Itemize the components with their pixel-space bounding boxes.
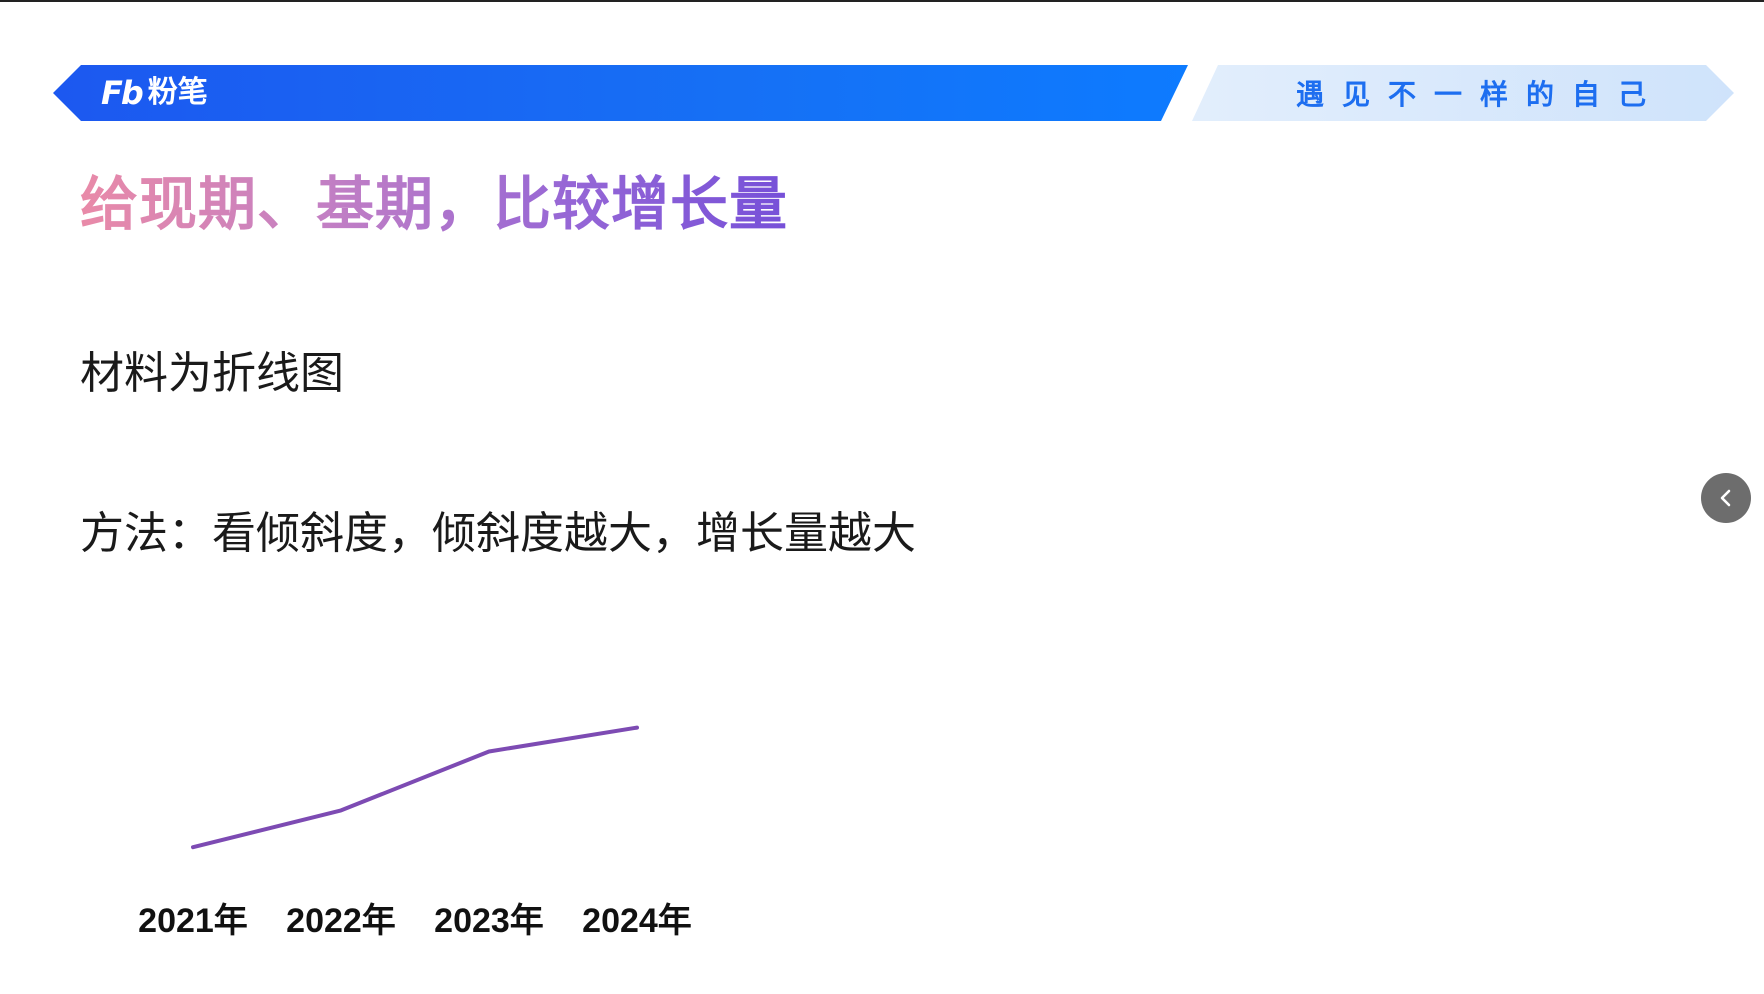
x-axis-ticks: 2021年 2022年 2023年 2024年 — [138, 902, 692, 940]
x-tick-label: 2024年 — [582, 902, 692, 940]
top-border — [0, 0, 1764, 2]
slogan-text: 遇见不一样的自己 — [1295, 78, 1664, 111]
method-text: 方法：看倾斜度，倾斜度越大，增长量越大 — [80, 508, 916, 559]
prev-slide-button[interactable] — [1701, 473, 1751, 523]
fenbi-logo: Fb 粉笔 — [101, 74, 208, 112]
brand-banner — [53, 65, 1188, 121]
series-line — [191, 725, 639, 850]
logo-text: 粉笔 — [147, 75, 208, 110]
plot-area — [191, 725, 639, 850]
page-title: 给现期、基期，比较增长量 — [80, 170, 789, 238]
x-tick-label: 2023年 — [434, 902, 544, 940]
x-tick-label: 2022年 — [286, 902, 396, 940]
material-type-text: 材料为折线图 — [80, 348, 344, 399]
chevron-left-icon — [1720, 489, 1731, 507]
line-chart: 2021年 2022年 2023年 2024年 — [138, 725, 692, 940]
x-tick-label: 2021年 — [138, 902, 248, 940]
logo-mark: Fb — [101, 74, 144, 112]
